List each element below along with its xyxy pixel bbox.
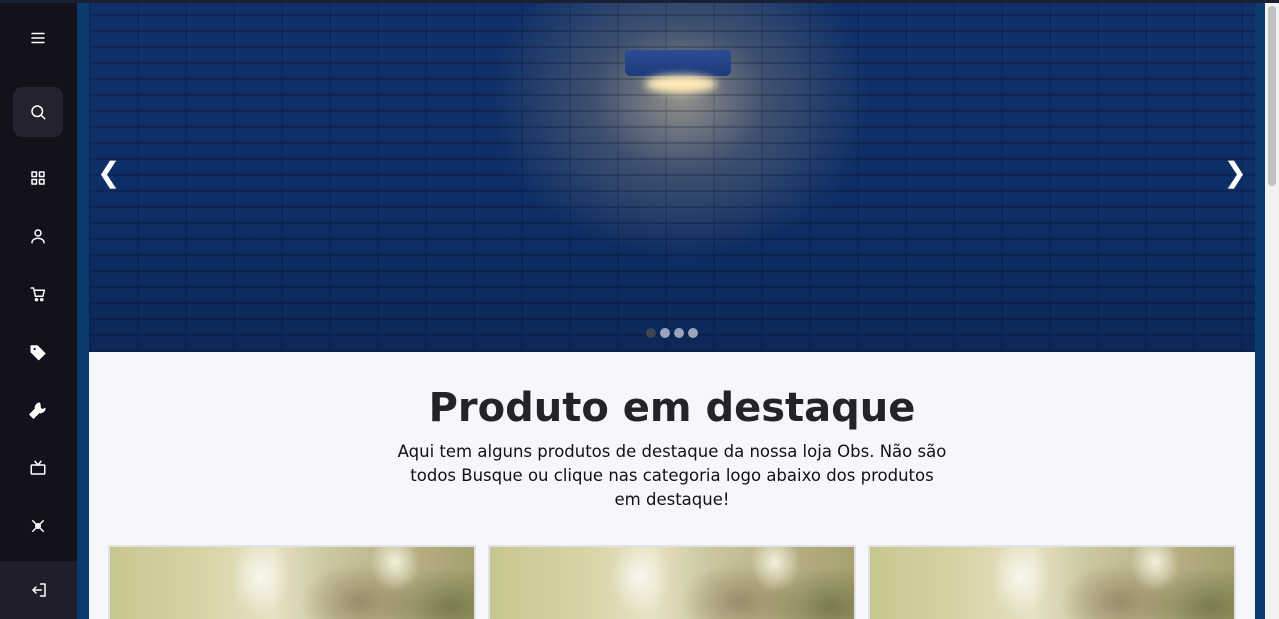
featured-description: Aqui tem alguns produtos de destaque da …	[397, 442, 947, 509]
tv-icon	[30, 460, 46, 475]
logout-icon	[31, 583, 46, 597]
top-border	[0, 0, 1279, 3]
sidebar-item-tv[interactable]	[13, 443, 63, 493]
search-icon	[31, 105, 46, 120]
main-content: ❮ ❯ Produto em destaque Aqui tem alguns …	[89, 3, 1255, 619]
sidebar-item-settings[interactable]	[13, 501, 63, 551]
sidebar-item-dashboard[interactable]	[13, 153, 63, 203]
carousel-dot[interactable]	[688, 328, 698, 338]
sidebar-item-search[interactable]	[13, 87, 63, 137]
product-card[interactable]	[488, 545, 856, 619]
sidebar-item-user[interactable]	[13, 211, 63, 261]
sidebar-item-tools[interactable]	[13, 385, 63, 435]
product-cards	[108, 545, 1238, 619]
lamp-graphic	[625, 50, 731, 76]
carousel-dot[interactable]	[674, 328, 684, 338]
lamp-light	[645, 75, 717, 93]
sidebar-item-cart[interactable]	[13, 269, 63, 319]
cart-icon	[30, 287, 46, 302]
sidebar	[0, 0, 77, 619]
menu-button[interactable]	[13, 13, 63, 63]
featured-title: Produto em destaque	[428, 385, 916, 431]
tag-icon	[30, 345, 46, 361]
carousel-dot[interactable]	[660, 328, 670, 338]
wrench-icon	[29, 402, 46, 419]
carousel-dot[interactable]	[646, 328, 656, 338]
scrollbar-thumb[interactable]	[1268, 6, 1276, 186]
carousel-prev-button[interactable]: ❮	[97, 159, 120, 187]
page-scrollbar[interactable]	[1265, 0, 1279, 619]
grid-icon	[31, 171, 45, 185]
hero-carousel: ❮ ❯	[89, 3, 1255, 352]
carousel-indicators	[646, 328, 698, 338]
menu-icon	[31, 32, 45, 44]
sidebar-item-tags[interactable]	[13, 327, 63, 377]
carousel-next-button[interactable]: ❯	[1224, 159, 1247, 187]
product-card[interactable]	[868, 545, 1236, 619]
user-icon	[31, 229, 45, 244]
settings-icon	[32, 520, 44, 532]
logout-button[interactable]	[0, 561, 77, 619]
product-card[interactable]	[108, 545, 476, 619]
